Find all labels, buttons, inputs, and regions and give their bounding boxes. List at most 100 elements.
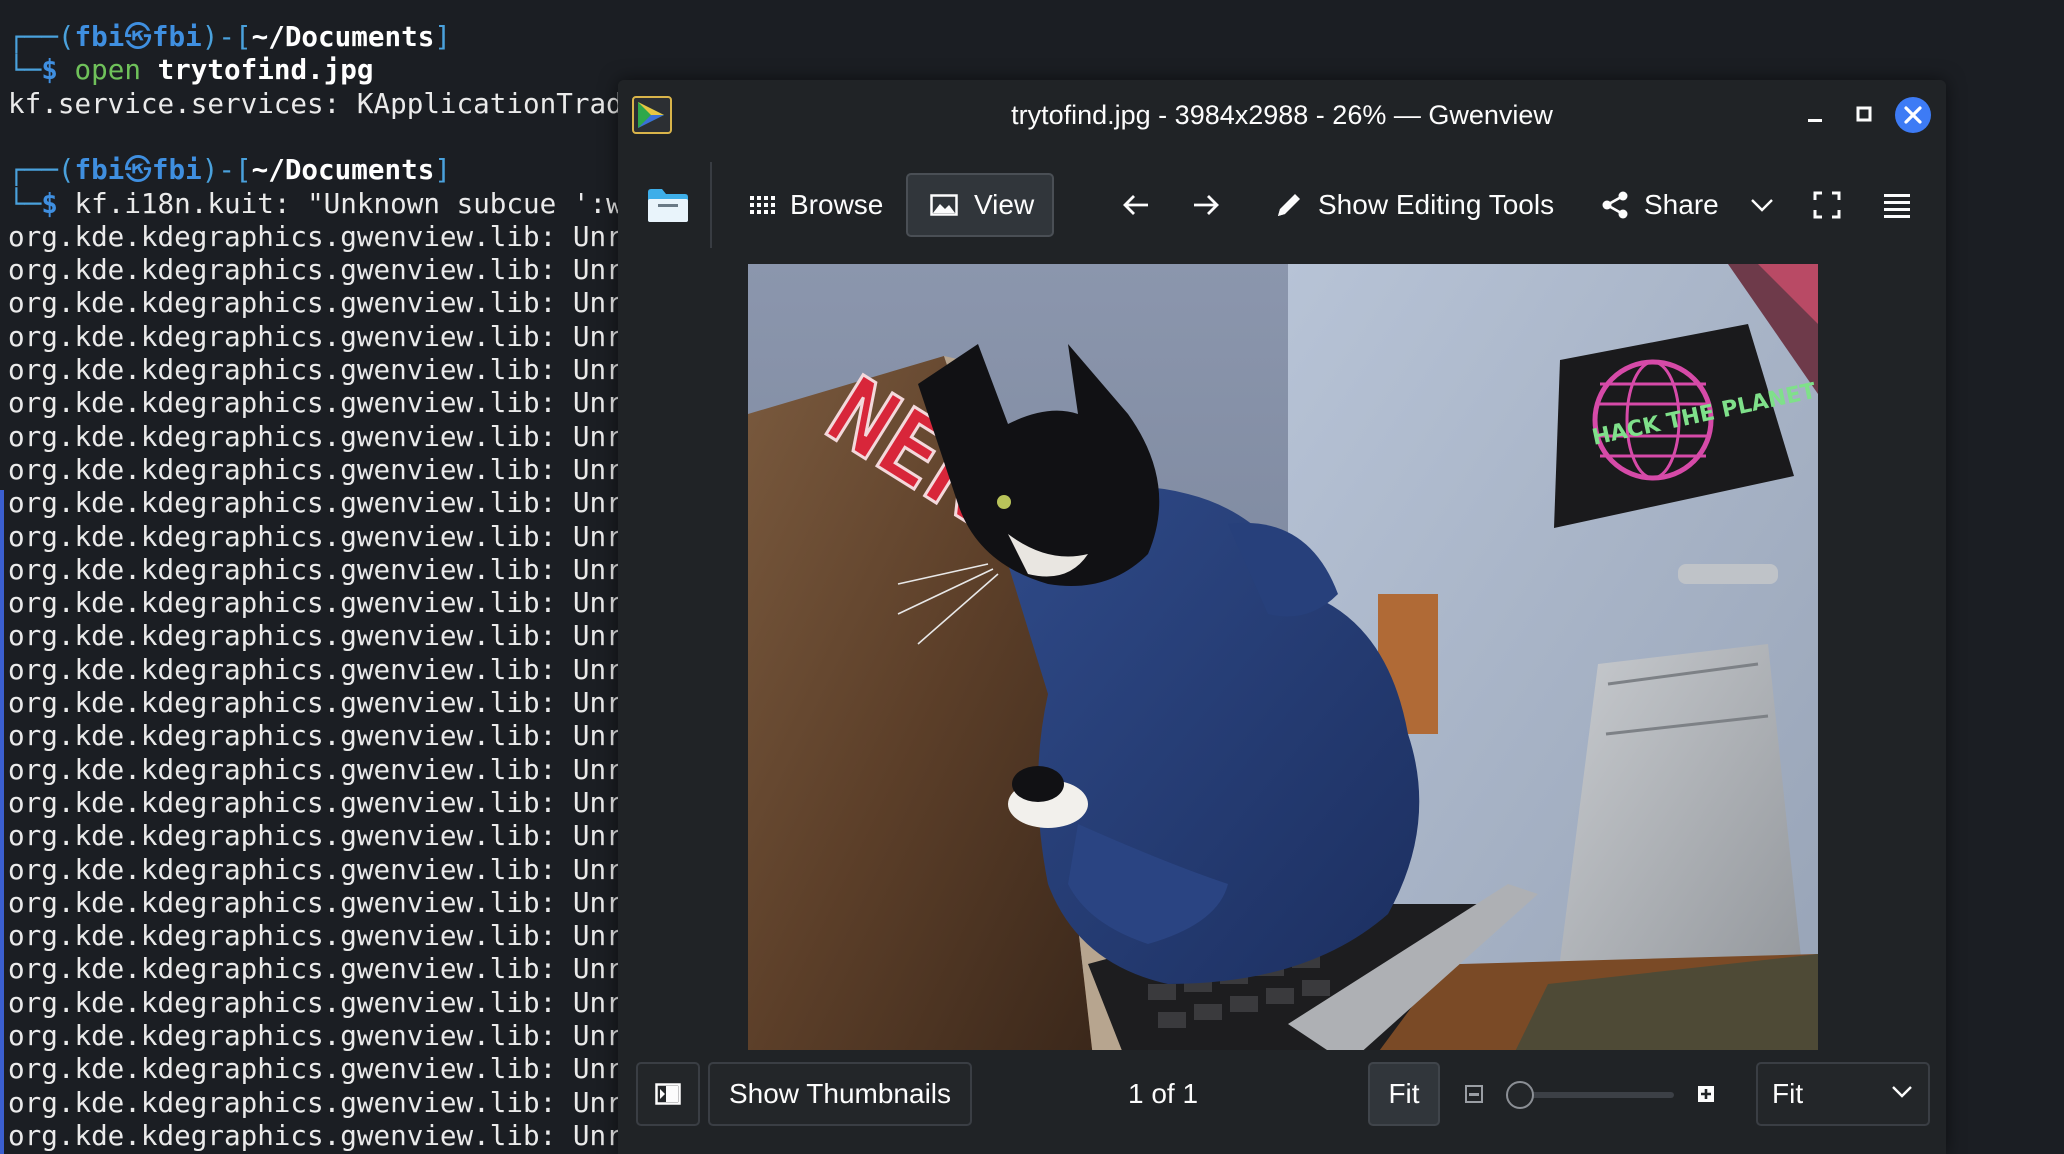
- show-editing-tools-button[interactable]: Show Editing Tools: [1262, 173, 1566, 237]
- log-line-text: org.kde.kdegraphics.gwenview.lib: Unr: [8, 686, 623, 719]
- prompt-box-bottom: └─: [8, 53, 42, 87]
- show-thumbnails-button[interactable]: Show Thumbnails: [708, 1062, 972, 1126]
- prompt-box-top: ┌──(: [8, 20, 75, 53]
- log-line-text: org.kde.kdegraphics.gwenview.lib: Unr: [8, 952, 623, 986]
- command-argument: trytofind.jpg: [157, 53, 374, 87]
- prompt-host: fbi: [151, 153, 202, 187]
- terminal-line: org.kde.kdegraphics.gwenview.lib: Unr: [8, 986, 623, 1019]
- zoom-out-icon[interactable]: [1464, 1084, 1484, 1104]
- fullscreen-icon: [1813, 191, 1841, 219]
- zoom-fit-button[interactable]: Fit: [1368, 1062, 1440, 1126]
- log-line-text: org.kde.kdegraphics.gwenview.lib: Unr: [8, 586, 623, 620]
- prompt-host: fbi: [151, 20, 202, 53]
- image-icon: [930, 194, 958, 216]
- share-label: Share: [1644, 189, 1719, 220]
- terminal-line: org.kde.kdegraphics.gwenview.lib: Unr: [8, 453, 623, 486]
- terminal-line: org.kde.kdegraphics.gwenview.lib: Unr: [8, 719, 623, 752]
- toolbar-separator: [710, 162, 712, 248]
- zoom-in-icon[interactable]: [1696, 1084, 1716, 1104]
- terminal-line: org.kde.kdegraphics.gwenview.lib: Unr: [8, 819, 623, 852]
- log-line-text: org.kde.kdegraphics.gwenview.lib: Unr: [8, 1118, 623, 1152]
- arrow-left-icon: [1123, 195, 1148, 215]
- prompt-dollar: $: [41, 53, 58, 87]
- terminal-line: org.kde.kdegraphics.gwenview.lib: Unr: [8, 520, 623, 553]
- terminal-line: org.kde.kdegraphics.gwenview.lib: Unr: [8, 686, 623, 719]
- log-line-text: org.kde.kdegraphics.gwenview.lib: Unr: [8, 752, 623, 786]
- terminal-line: org.kde.kdegraphics.gwenview.lib: Unr: [8, 1086, 623, 1119]
- browse-button[interactable]: Browse: [736, 173, 895, 237]
- thumbnail-panel-icon: [655, 1083, 681, 1105]
- prompt-box-top: ┌──(: [8, 153, 75, 187]
- cat-in-hoodie-photo[interactable]: HACK THE PLANET NERD: [748, 264, 1818, 1066]
- log-line-text: org.kde.kdegraphics.gwenview.lib: Unr: [8, 652, 623, 686]
- browse-label: Browse: [790, 189, 884, 220]
- zoom-slider-handle[interactable]: [1506, 1081, 1534, 1109]
- terminal-line: org.kde.kdegraphics.gwenview.lib: Unr: [8, 1019, 623, 1052]
- prompt-dollar: $: [41, 186, 58, 220]
- log-line-text: org.kde.kdegraphics.gwenview.lib: Unr: [8, 1052, 623, 1086]
- terminal-line: org.kde.kdegraphics.gwenview.lib: Unr: [8, 220, 623, 253]
- view-button[interactable]: View: [906, 173, 1054, 237]
- terminal-scroll-marker: [0, 490, 4, 1154]
- log-line-text: org.kde.kdegraphics.gwenview.lib: Unr: [8, 852, 623, 886]
- terminal-line: org.kde.kdegraphics.gwenview.lib: Unr: [8, 286, 623, 319]
- hamburger-menu-button[interactable]: [1868, 173, 1926, 237]
- chevron-down-icon: [1750, 199, 1773, 212]
- window-title: trytofind.jpg - 3984x2988 - 26% — Gwenvi…: [1011, 100, 1553, 130]
- log-line-text: org.kde.kdegraphics.gwenview.lib: Unr: [8, 286, 623, 320]
- log-line-text: org.kde.kdegraphics.gwenview.lib: Unr: [8, 253, 623, 287]
- gwenview-window[interactable]: trytofind.jpg - 3984x2988 - 26% — Gwenvi…: [618, 80, 1946, 1154]
- prompt-user: fbi: [74, 20, 125, 53]
- log-line-text: org.kde.kdegraphics.gwenview.lib: Unr: [8, 219, 623, 253]
- terminal-line: org.kde.kdegraphics.gwenview.lib: Unr: [8, 1119, 623, 1152]
- zoom-slider[interactable]: [1502, 1080, 1678, 1110]
- command-name: open: [74, 53, 141, 87]
- log-line-text: org.kde.kdegraphics.gwenview.lib: Unr: [8, 819, 623, 853]
- prompt-separator: ㉿: [124, 153, 152, 187]
- log-line-text: org.kde.kdegraphics.gwenview.lib: Unr: [8, 719, 623, 753]
- arrow-right-icon: [1194, 195, 1219, 215]
- prompt-box-bottom: └─: [8, 186, 42, 220]
- log-line-text: org.kde.kdegraphics.gwenview.lib: Unr: [8, 419, 623, 453]
- terminal-line: org.kde.kdegraphics.gwenview.lib: Unr: [8, 619, 623, 652]
- chevron-down-icon: [1892, 1086, 1912, 1098]
- log-line-text: org.kde.kdegraphics.gwenview.lib: Unr: [8, 386, 623, 420]
- log-line-text: org.kde.kdegraphics.gwenview.lib: Unr: [8, 1085, 623, 1119]
- thumbnail-bar-toggle[interactable]: [636, 1062, 700, 1126]
- log-line-text: org.kde.kdegraphics.gwenview.lib: Unr: [8, 319, 623, 353]
- log-line-text: org.kde.kdegraphics.gwenview.lib: Unr: [8, 885, 623, 919]
- previous-image-button[interactable]: [1110, 173, 1162, 237]
- terminal-line: org.kde.kdegraphics.gwenview.lib: Unr: [8, 919, 623, 952]
- log-line-text: org.kde.kdegraphics.gwenview.lib: Unr: [8, 919, 623, 953]
- terminal-line: org.kde.kdegraphics.gwenview.lib: Unr: [8, 420, 623, 453]
- zoom-mode-select[interactable]: Fit: [1756, 1062, 1930, 1126]
- terminal-line: org.kde.kdegraphics.gwenview.lib: Unr: [8, 1052, 623, 1085]
- share-button[interactable]: Share: [1588, 173, 1787, 237]
- log-line-text: org.kde.kdegraphics.gwenview.lib: Unr: [8, 519, 623, 553]
- prompt-bracket-end: ]: [434, 153, 451, 187]
- command-output: kf.i18n.kuit: "Unknown subcue ':w: [74, 186, 623, 220]
- terminal-line: org.kde.kdegraphics.gwenview.lib: Unr: [8, 320, 623, 353]
- title-bar[interactable]: trytofind.jpg - 3984x2988 - 26% — Gwenvi…: [618, 80, 1946, 150]
- maximize-icon[interactable]: [1844, 95, 1884, 135]
- prompt-user: fbi: [74, 153, 125, 187]
- page-counter: 1 of 1: [1128, 1078, 1199, 1109]
- pencil-icon: [1278, 194, 1300, 216]
- share-icon: [1602, 191, 1628, 219]
- prompt-separator: ㉿: [124, 20, 152, 53]
- log-line-text: kf.service.services: KApplicationTrad: [8, 86, 623, 120]
- image-viewport[interactable]: HACK THE PLANET NERD: [618, 258, 1946, 1066]
- next-image-button[interactable]: [1180, 173, 1232, 237]
- log-line-text: org.kde.kdegraphics.gwenview.lib: Unr: [8, 785, 623, 819]
- view-label: View: [974, 189, 1035, 220]
- terminal-line: org.kde.kdegraphics.gwenview.lib: Unr: [8, 353, 623, 386]
- terminal-line: org.kde.kdegraphics.gwenview.lib: Unr: [8, 386, 623, 419]
- log-line-text: org.kde.kdegraphics.gwenview.lib: Unr: [8, 452, 623, 486]
- log-line-text: org.kde.kdegraphics.gwenview.lib: Unr: [8, 486, 623, 520]
- close-icon[interactable]: [1893, 95, 1933, 135]
- sidebar-toggle-button[interactable]: [638, 173, 698, 237]
- terminal-line: ┌──(fbi㉿fbi)-[~/Documents]: [8, 20, 451, 53]
- editing-label: Show Editing Tools: [1318, 189, 1555, 220]
- fullscreen-button[interactable]: [1798, 173, 1856, 237]
- minimize-icon[interactable]: [1795, 95, 1835, 135]
